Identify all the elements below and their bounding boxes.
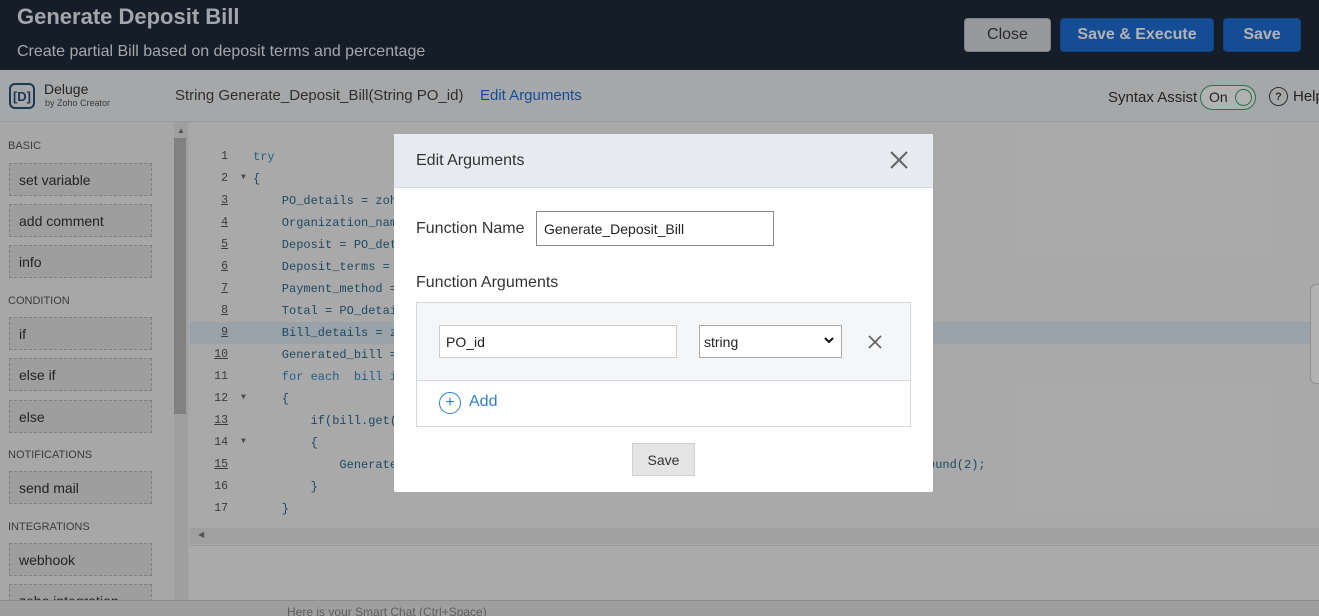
argument-name-input[interactable] [439,325,677,358]
argument-type-select[interactable]: string [699,325,842,358]
edit-arguments-dialog: Edit Arguments Function Name Function Ar… [394,134,933,492]
argument-row: string [417,303,910,381]
arguments-list: string + Add [416,302,911,427]
dialog-header: Edit Arguments [394,134,933,188]
remove-argument-icon[interactable] [866,333,884,351]
dialog-title: Edit Arguments [416,152,525,169]
close-icon[interactable] [888,149,910,171]
dialog-save-button[interactable]: Save [632,443,695,476]
add-icon[interactable]: + [439,392,461,414]
function-arguments-label: Function Arguments [416,274,559,291]
argument-type-value: string [704,334,739,350]
chevron-down-icon [824,337,834,344]
add-argument-link[interactable]: Add [469,393,497,411]
function-name-input[interactable] [536,211,774,246]
function-name-label: Function Name [416,220,525,237]
